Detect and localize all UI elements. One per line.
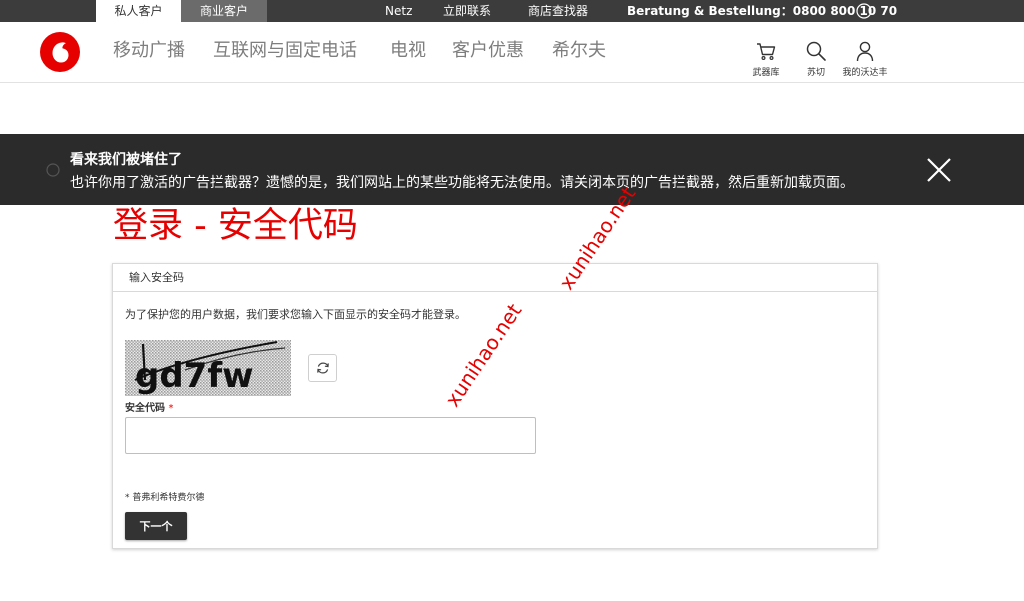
adblock-banner-text: 也许你用了激活的广告拦截器？遗憾的是，我们网站上的某些功能将无法使用。请关闭本页…	[70, 175, 854, 191]
security-code-label-text: 安全代码	[125, 403, 165, 414]
next-button[interactable]: 下一个	[125, 512, 187, 540]
user-icon	[856, 41, 874, 62]
top-link-store-finder[interactable]: 商店查找器	[528, 0, 588, 22]
top-link-netz[interactable]: Netz	[385, 0, 412, 22]
cart-label: 武器库	[752, 68, 780, 78]
card-description: 为了保护您的用户数据，我们要求您输入下面显示的安全码才能登录。	[125, 308, 466, 321]
page-title: 登录 - 安全代码	[113, 206, 358, 246]
nav-item-offers[interactable]: 客户优惠	[452, 40, 524, 62]
account-button[interactable]: 我的沃达丰	[840, 40, 890, 78]
refresh-captcha-button[interactable]	[308, 354, 337, 382]
nav-item-help[interactable]: 希尔夫	[552, 40, 606, 62]
adblock-banner: 看来我们被堵住了 也许你用了激活的广告拦截器？遗憾的是，我们网站上的某些功能将无…	[0, 134, 1024, 205]
nav-item-mobile[interactable]: 移动广播	[113, 40, 185, 62]
segment-private-customers[interactable]: 私人客户	[96, 0, 181, 22]
cart-icon	[757, 43, 776, 61]
nav-item-tv[interactable]: 电视	[390, 40, 426, 62]
security-code-label: 安全代码 *	[125, 399, 173, 414]
captcha-image: gd7fw	[125, 340, 291, 396]
info-icon[interactable]	[856, 3, 872, 19]
search-button[interactable]: 苏切	[791, 40, 841, 78]
adblock-banner-title: 看来我们被堵住了	[70, 152, 182, 168]
refresh-icon	[317, 362, 329, 374]
warning-icon	[46, 163, 60, 177]
captcha-text: gd7fw	[135, 356, 254, 396]
nav-item-internet-landline[interactable]: 互联网与固定电话	[213, 40, 357, 62]
top-bar: 私人客户 商业客户 Netz 立即联系 商店查找器 Beratung & Bes…	[0, 0, 1024, 22]
search-icon	[806, 41, 826, 61]
search-label: 苏切	[806, 68, 825, 78]
account-label: 我的沃达丰	[842, 68, 888, 78]
required-footnote: * 普弗利希特费尔德	[125, 493, 205, 503]
close-icon[interactable]	[926, 157, 952, 183]
required-mark: *	[168, 403, 174, 414]
segment-business-customers[interactable]: 商业客户	[181, 0, 267, 22]
vodafone-logo[interactable]	[40, 32, 80, 72]
cart-button[interactable]: 武器库	[741, 40, 791, 78]
main-nav: 移动广播 互联网与固定电话 电视 客户优惠 希尔夫 武器库 苏切 我的沃达丰	[0, 22, 1024, 83]
security-code-card: 输入安全码 为了保护您的用户数据，我们要求您输入下面显示的安全码才能登录。 gd…	[112, 263, 878, 549]
top-link-contact[interactable]: 立即联系	[443, 0, 491, 22]
security-code-input[interactable]	[125, 417, 536, 454]
card-title: 输入安全码	[113, 264, 877, 292]
